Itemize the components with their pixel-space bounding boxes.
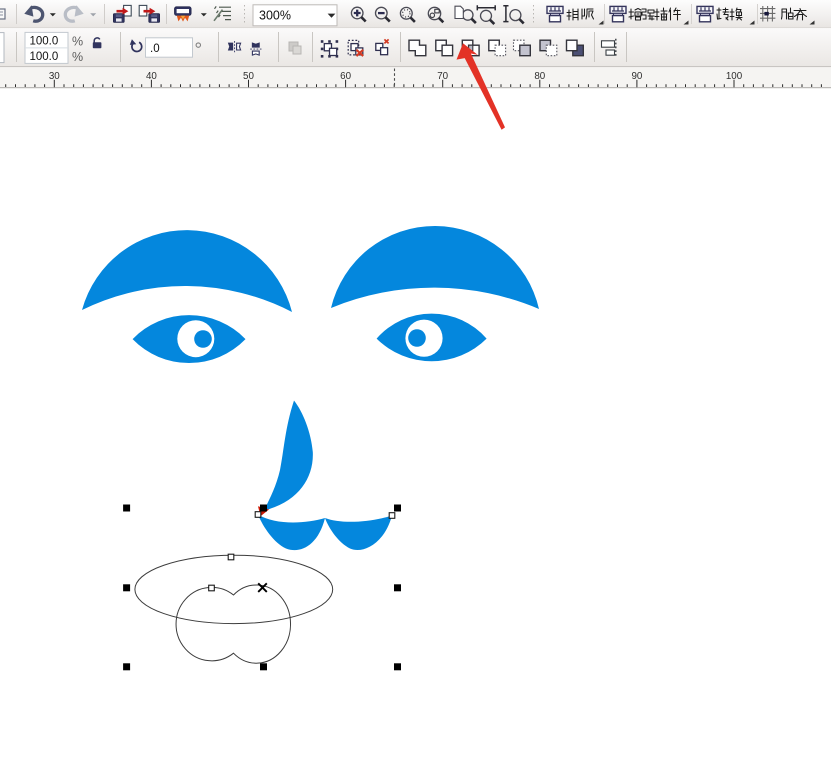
svg-text:40: 40 [146, 71, 157, 82]
svg-text:.0: .0 [150, 43, 160, 55]
svg-text:100.0: 100.0 [30, 36, 59, 48]
svg-text:30: 30 [49, 71, 60, 82]
svg-text:%: % [72, 35, 83, 49]
svg-text:100: 100 [726, 71, 743, 82]
svg-text:70: 70 [437, 71, 448, 82]
svg-text:60: 60 [340, 71, 351, 82]
svg-text:300%: 300% [259, 8, 291, 22]
svg-text:90: 90 [631, 71, 642, 82]
svg-text:50: 50 [243, 71, 254, 82]
svg-text:%: % [72, 50, 83, 64]
svg-text:100.0: 100.0 [30, 51, 59, 63]
svg-text:80: 80 [534, 71, 545, 82]
